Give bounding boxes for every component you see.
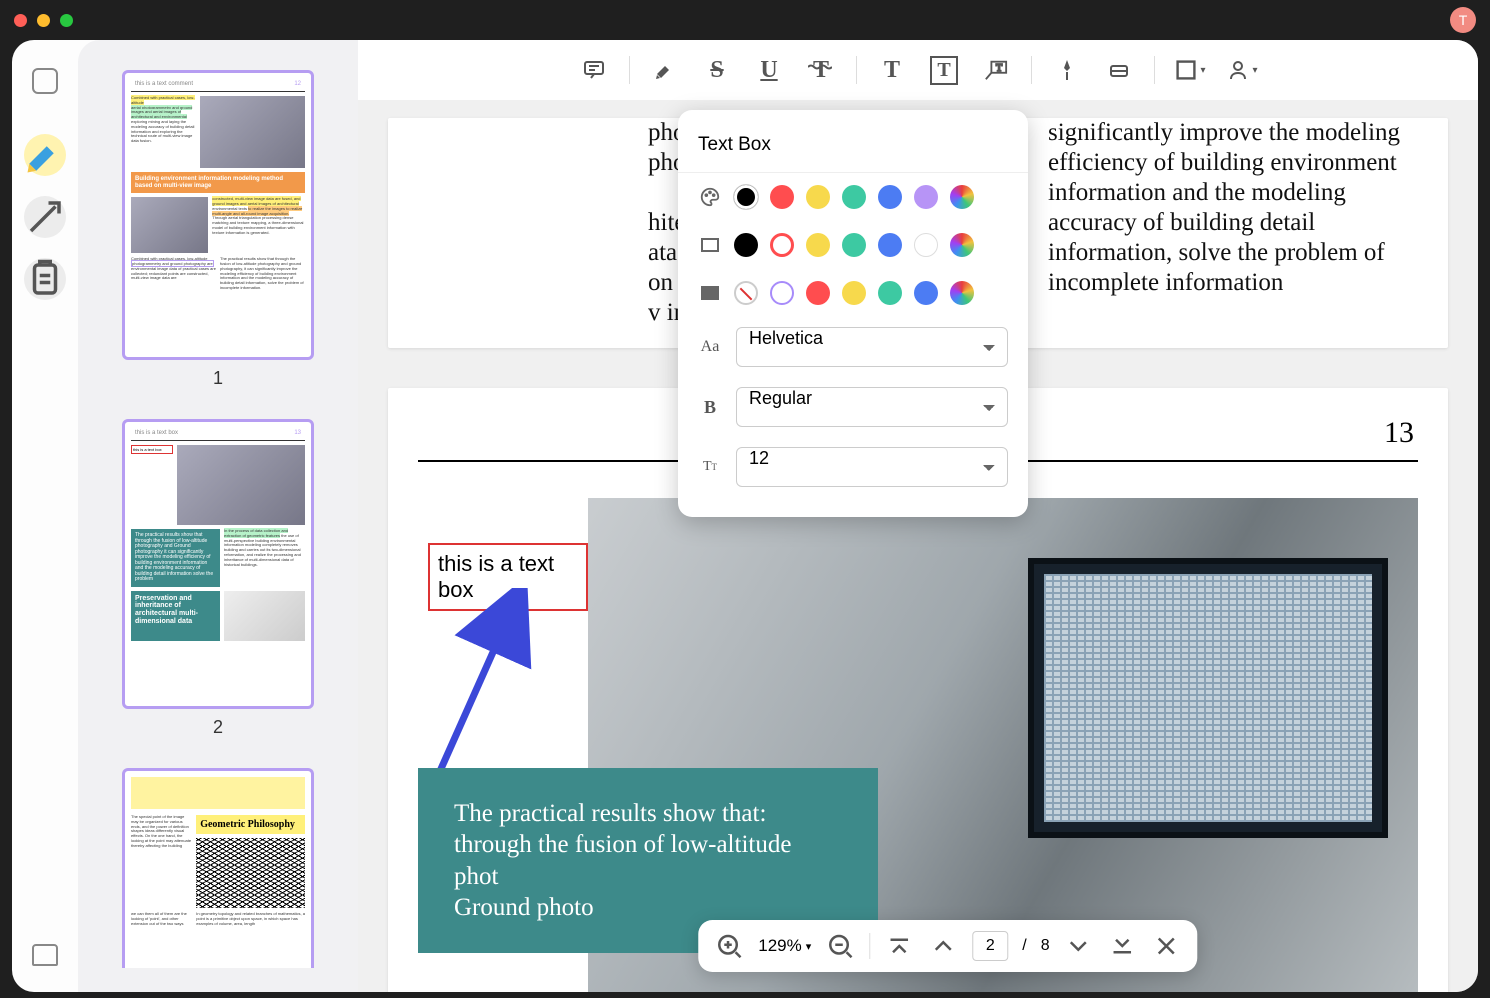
minimize-window-icon[interactable]: [37, 14, 50, 27]
highlighter-tool-icon[interactable]: [24, 134, 66, 176]
signature-tool-icon[interactable]: ▾: [1225, 53, 1259, 87]
fill-blue[interactable]: [914, 281, 938, 305]
prev-page-icon[interactable]: [928, 931, 958, 961]
textbox-tool-icon[interactable]: T: [927, 53, 961, 87]
fill-icon: [698, 283, 722, 303]
toolbar-separator: [1154, 56, 1155, 84]
border-color-black[interactable]: [734, 233, 758, 257]
left-rail: [12, 40, 78, 992]
squiggly-icon[interactable]: T: [804, 53, 838, 87]
textbox-properties-popover: Text Box: [678, 110, 1028, 517]
text-color-black[interactable]: [734, 185, 758, 209]
svg-text:T: T: [996, 63, 1003, 74]
font-weight-select[interactable]: Regular: [736, 387, 1008, 427]
page-separator: /: [1022, 937, 1026, 955]
page-total: 8: [1041, 937, 1050, 955]
text-color-custom[interactable]: [950, 185, 974, 209]
next-page-icon[interactable]: [1064, 931, 1094, 961]
border-color-teal[interactable]: [842, 233, 866, 257]
main-area: S U T T T T ▾ ▾ photogrammetry and groun…: [358, 40, 1478, 992]
zoom-out-icon[interactable]: [825, 931, 855, 961]
thumbnail-page-1[interactable]: this is a text comment12 Combined with p…: [122, 70, 314, 360]
fill-custom[interactable]: [950, 281, 974, 305]
toolbar-separator: [1031, 56, 1032, 84]
underline-icon[interactable]: U: [752, 53, 786, 87]
window-titlebar: T: [0, 0, 1490, 40]
sidebar-toggle-icon[interactable]: [32, 68, 58, 94]
avatar[interactable]: T: [1450, 7, 1476, 33]
comment-tool-icon[interactable]: [577, 53, 611, 87]
pen-tool-icon[interactable]: [1050, 53, 1084, 87]
text-color-red[interactable]: [770, 185, 794, 209]
zoom-in-icon[interactable]: [714, 931, 744, 961]
close-nav-icon[interactable]: [1152, 931, 1182, 961]
border-color-row: [678, 221, 1028, 269]
last-page-icon[interactable]: [1108, 931, 1138, 961]
text-color-teal[interactable]: [842, 185, 866, 209]
fill-yellow[interactable]: [842, 281, 866, 305]
border-color-white[interactable]: [914, 233, 938, 257]
annotation-toolbar: S U T T T T ▾ ▾: [358, 40, 1478, 100]
text-color-purple[interactable]: [914, 185, 938, 209]
callout-tool-icon[interactable]: T: [979, 53, 1013, 87]
reader-mode-icon[interactable]: [32, 944, 58, 966]
app-frame: this is a text comment12 Combined with p…: [12, 40, 1478, 992]
page-number-input[interactable]: [972, 931, 1008, 961]
thumbnail-page-3[interactable]: The special point of the image may be or…: [122, 768, 314, 968]
thumb-number-2: 2: [122, 717, 314, 738]
page-number: 13: [1384, 416, 1414, 450]
border-color-red[interactable]: [770, 233, 794, 257]
text-color-yellow[interactable]: [806, 185, 830, 209]
fill-none[interactable]: [734, 281, 758, 305]
border-color-blue[interactable]: [878, 233, 902, 257]
thumbnail-panel: this is a text comment12 Combined with p…: [78, 40, 358, 992]
font-size-icon: TT: [698, 459, 722, 475]
eraser-tool-icon[interactable]: [1102, 53, 1136, 87]
page-nav-bar: 129%▾ / 8: [698, 920, 1197, 972]
border-icon: [698, 235, 722, 255]
font-family-icon: Aa: [698, 338, 722, 356]
strikethrough-icon[interactable]: S: [700, 53, 734, 87]
nav-separator: [869, 933, 870, 959]
prev-col-right: significantly improve the modeling effic…: [1048, 118, 1418, 328]
close-window-icon[interactable]: [14, 14, 27, 27]
popover-title: Text Box: [678, 130, 1028, 173]
text-tool-icon[interactable]: T: [875, 53, 909, 87]
font-size-select[interactable]: 12: [736, 447, 1008, 487]
fill-teal[interactable]: [878, 281, 902, 305]
clipboard-tool-icon[interactable]: [24, 258, 66, 300]
font-weight-icon: B: [698, 397, 722, 418]
border-color-yellow[interactable]: [806, 233, 830, 257]
thumb-number-1: 1: [122, 368, 314, 389]
textbox-annotation[interactable]: this is a text box: [428, 543, 588, 611]
text-color-blue[interactable]: [878, 185, 902, 209]
first-page-icon[interactable]: [884, 931, 914, 961]
thumb-title-3: Geometric Philosophy: [196, 815, 305, 834]
zoom-level[interactable]: 129%▾: [758, 936, 811, 956]
thumbnail-page-2[interactable]: this is a text box13 this is a text box …: [122, 419, 314, 709]
fill-red[interactable]: [806, 281, 830, 305]
toolbar-separator: [856, 56, 857, 84]
toolbar-separator: [629, 56, 630, 84]
freehand-tool-icon[interactable]: [24, 196, 66, 238]
highlighter-icon[interactable]: [648, 53, 682, 87]
font-family-select[interactable]: Helvetica: [736, 327, 1008, 367]
fill-purple[interactable]: [770, 281, 794, 305]
maximize-window-icon[interactable]: [60, 14, 73, 27]
text-color-row: [678, 173, 1028, 221]
thumb-title-1: Building environment information modelin…: [131, 172, 305, 193]
shape-tool-icon[interactable]: ▾: [1173, 53, 1207, 87]
fill-color-row: [678, 269, 1028, 317]
palette-icon: [698, 187, 722, 207]
border-color-custom[interactable]: [950, 233, 974, 257]
thumb-title-2: Preservation and inheritance of architec…: [131, 591, 220, 641]
